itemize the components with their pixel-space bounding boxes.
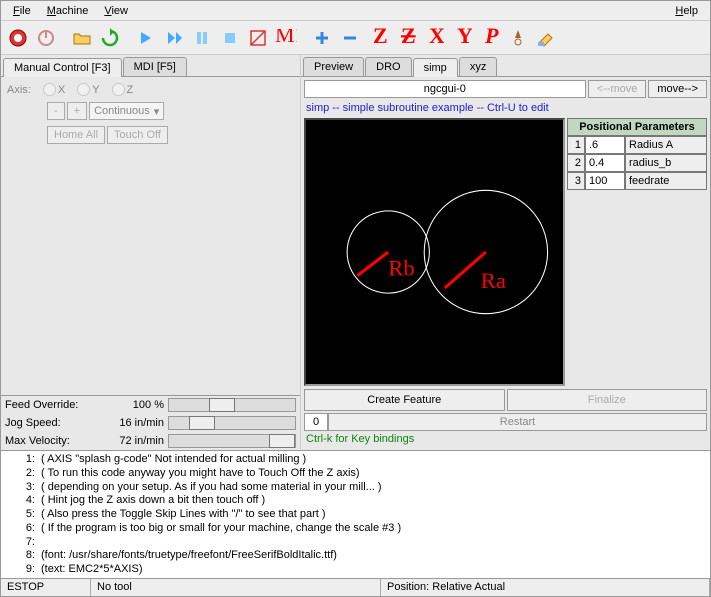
step-icon[interactable] [161,25,187,51]
routine-name: ngcgui-0 [304,80,586,98]
svg-text:Z: Z [401,28,416,48]
jog-label: Jog Speed: [5,417,95,429]
vel-slider[interactable] [168,434,296,448]
svg-text:Y: Y [457,28,472,48]
play-icon[interactable] [133,25,159,51]
finalize-button[interactable]: Finalize [507,389,708,411]
move-left-button[interactable]: <--move [588,80,647,98]
axis-x-radio [43,83,56,96]
toolbar: M1 Z Z X Y P [1,21,710,55]
estop-icon[interactable] [5,25,31,51]
feature-count: 0 [304,413,328,431]
svg-text:X: X [429,28,444,48]
touch-off-button[interactable]: Touch Off [107,126,168,144]
param-row: 1.6Radius A [567,136,707,154]
vel-label: Max Velocity: [5,435,95,447]
jog-mode-combo[interactable]: Continuous▾ [89,102,164,120]
tab-preview[interactable]: Preview [303,57,364,76]
tab-manual[interactable]: Manual Control [F3] [3,58,122,77]
status-estop: ESTOP [1,579,91,596]
status-position: Position: Relative Actual [381,579,710,596]
move-right-button[interactable]: move--> [648,80,707,98]
home-all-button[interactable]: Home All [47,126,105,144]
tab-simp[interactable]: simp [413,58,458,77]
feed-value: 100 % [99,399,164,411]
param-row: 20.4radius_b [567,154,707,172]
menu-view[interactable]: View [96,3,136,19]
stop-icon[interactable] [217,25,243,51]
menu-help[interactable]: Help [667,3,706,19]
params-header: Positional Parameters [567,118,707,136]
view-x-icon[interactable]: X [421,25,447,51]
svg-text:Ra: Ra [481,268,506,293]
zoomin-icon[interactable] [309,25,335,51]
clear-icon[interactable] [533,25,559,51]
skip-icon[interactable] [245,25,271,51]
keybind-hint: Ctrl-k for Key bindings [304,431,707,447]
create-feature-button[interactable]: Create Feature [304,389,505,411]
power-icon[interactable] [33,25,59,51]
reload-icon[interactable] [97,25,123,51]
visualization: Rb Ra [304,118,565,386]
view-p-icon[interactable]: P [477,25,503,51]
vel-value: 72 in/min [99,435,164,447]
subtitle: simp -- simple subroutine example -- Ctr… [304,100,707,118]
tab-dro[interactable]: DRO [365,57,411,76]
jog-plus[interactable]: + [67,102,87,120]
axis-y-radio [77,83,90,96]
view-z2-icon[interactable]: Z [393,25,419,51]
param-row: 3100feedrate [567,172,707,190]
rotate-icon[interactable] [505,25,531,51]
tab-mdi[interactable]: MDI [F5] [123,57,187,76]
view-z-icon[interactable]: Z [365,25,391,51]
zoomout-icon[interactable] [337,25,363,51]
menu-file[interactable]: File [5,3,39,19]
gcode-listing: 1:( AXIS "splash g-code" Not intended fo… [1,450,710,578]
optstop-icon[interactable]: M1 [273,25,299,51]
feed-slider[interactable] [168,398,296,412]
tab-xyz[interactable]: xyz [459,57,498,76]
svg-text:P: P [484,28,499,48]
param-value[interactable]: 100 [585,172,625,190]
jog-slider[interactable] [168,416,296,430]
svg-text:Rb: Rb [388,256,414,281]
view-y-icon[interactable]: Y [449,25,475,51]
svg-text:M1: M1 [275,29,297,47]
param-value[interactable]: .6 [585,136,625,154]
restart-button[interactable]: Restart [328,413,707,431]
jog-value: 16 in/min [99,417,164,429]
param-value[interactable]: 0.4 [585,154,625,172]
axis-z-radio [112,83,125,96]
menu-machine[interactable]: Machine [39,3,97,19]
pause-icon[interactable] [189,25,215,51]
axis-label: Axis: [7,84,31,96]
status-tool: No tool [91,579,381,596]
jog-minus[interactable]: - [47,102,65,120]
feed-label: Feed Override: [5,399,95,411]
open-icon[interactable] [69,25,95,51]
svg-text:Z: Z [373,28,388,48]
